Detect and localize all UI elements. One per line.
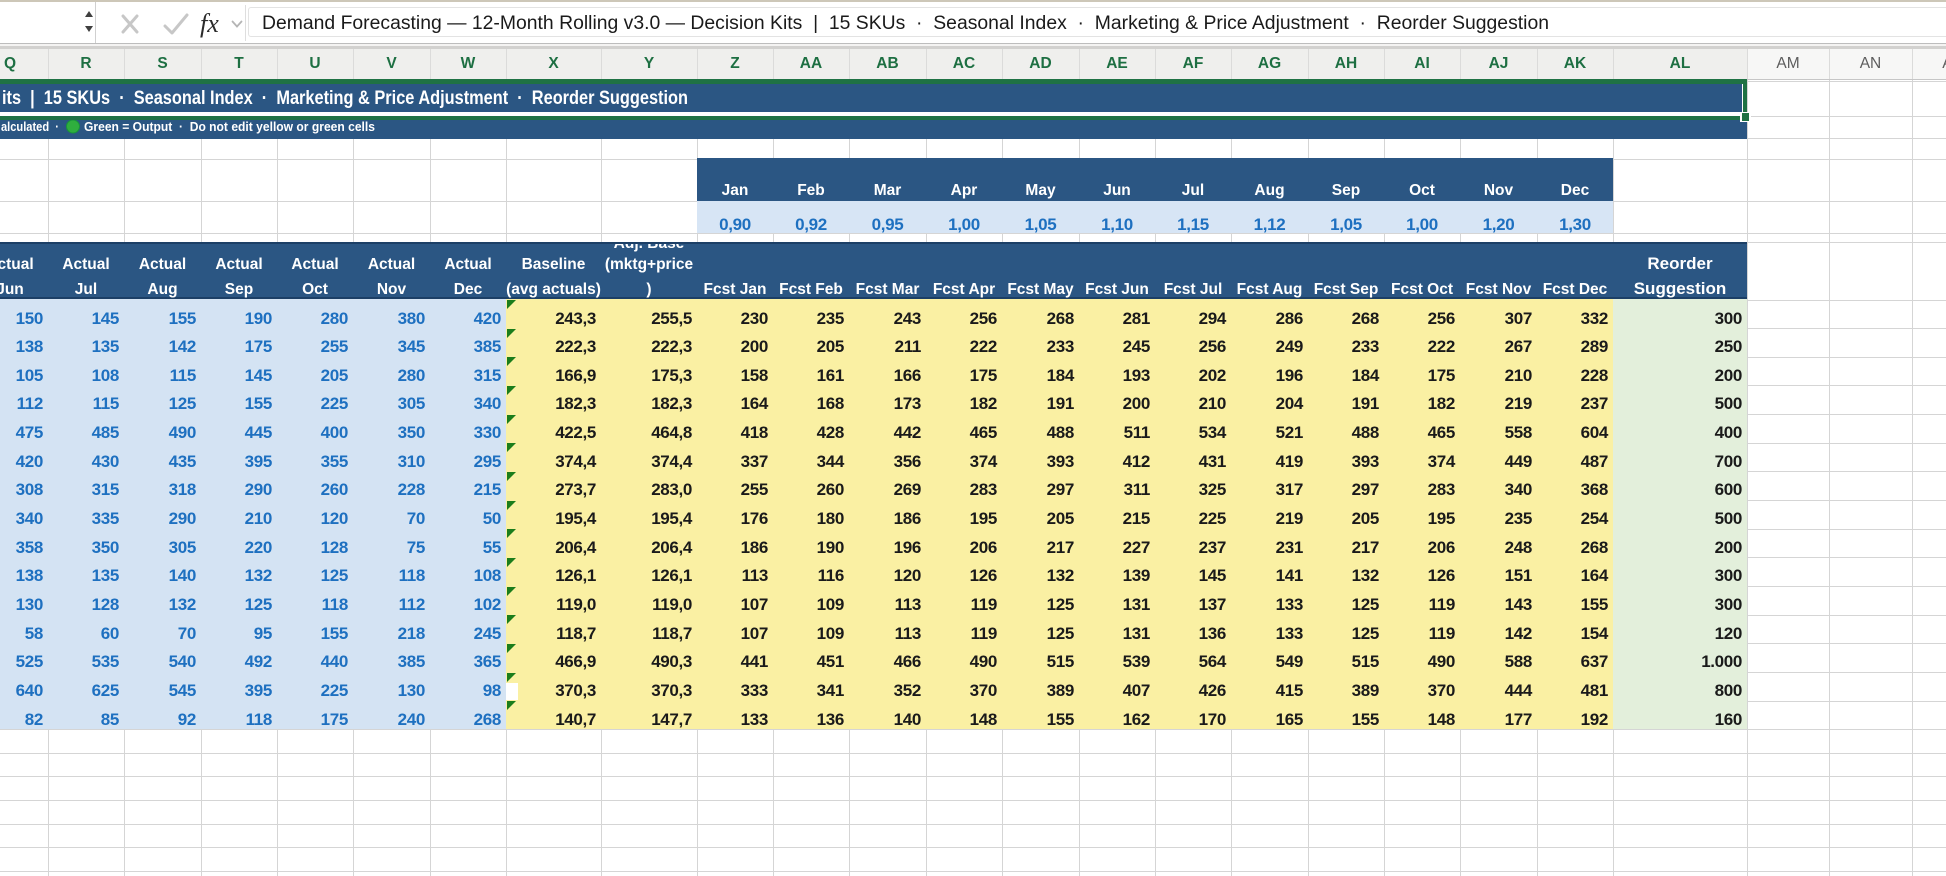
svg-text:alculated ·: alculated ·: [1, 120, 59, 134]
svg-text:Demand Forecasting — 12-Month: Demand Forecasting — 12-Month Rolling v3…: [262, 13, 1549, 34]
svg-text:Green = Output · Do not edit: Green = Output · Do not edit yellow or g…: [84, 120, 375, 134]
svg-text:its | 15 SKUs · Seasonal I: its | 15 SKUs · Seasonal Index · Marketi…: [2, 88, 688, 109]
